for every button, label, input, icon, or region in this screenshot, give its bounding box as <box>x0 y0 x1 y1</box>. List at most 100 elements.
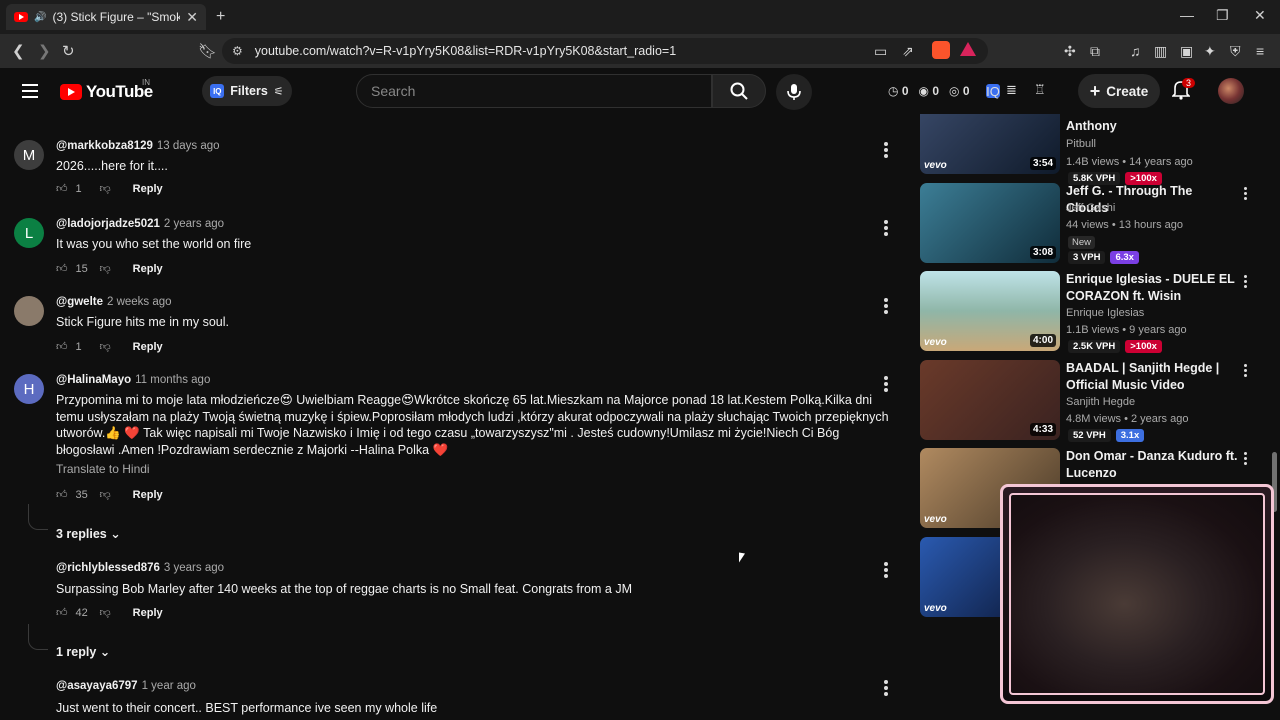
translate-link[interactable]: Translate to Hindi <box>56 462 150 476</box>
dislike-icon[interactable]: 👎︎ <box>100 262 111 275</box>
sidebar-icon[interactable]: ▥ <box>1154 43 1167 60</box>
youtube-logo[interactable]: YouTube <box>60 82 153 102</box>
like-count: 35 <box>75 488 88 501</box>
comment-header: @markkobza8129 13 days ago <box>56 140 220 152</box>
kebab-icon[interactable] <box>884 298 888 316</box>
iq-header-icon[interactable]: IQ <box>986 84 1000 99</box>
menu-icon[interactable]: ≡ <box>1256 43 1264 59</box>
comment-time[interactable]: 2 years ago <box>164 218 224 230</box>
video-thumbnail[interactable]: vevo 3:54 <box>920 114 1060 174</box>
comment-author[interactable]: @ladojorjadze5021 <box>56 218 160 230</box>
comment-time[interactable]: 2 weeks ago <box>107 296 172 308</box>
trophy-icon[interactable]: ♖ <box>1034 82 1046 98</box>
dislike-icon[interactable]: 👎︎ <box>100 488 111 501</box>
filters-button[interactable]: IQ Filters ⚟ <box>202 76 292 106</box>
video-thumbnail[interactable]: vevo 4:00 <box>920 271 1060 351</box>
reply-button[interactable]: Reply <box>133 489 163 501</box>
brave-rewards-icon[interactable] <box>960 42 976 56</box>
hamburger-menu-icon[interactable] <box>22 84 38 102</box>
back-icon[interactable]: ❮ <box>12 42 25 60</box>
reply-button[interactable]: Reply <box>133 263 163 275</box>
site-info-icon[interactable]: ⚙︎ <box>232 44 243 58</box>
wallet-icon[interactable]: ▣ <box>1180 43 1193 60</box>
like-icon[interactable]: 👍︎ <box>56 488 68 501</box>
comment-author[interactable]: @gwelte <box>56 296 103 308</box>
close-window-icon[interactable]: ✕ <box>1254 7 1266 24</box>
dislike-icon[interactable]: 👎︎ <box>100 182 111 195</box>
account-avatar[interactable] <box>1218 78 1244 104</box>
like-icon[interactable]: 👍︎ <box>56 340 68 353</box>
like-icon[interactable]: 👍︎ <box>56 262 68 275</box>
kebab-icon[interactable] <box>1244 452 1248 467</box>
related-video-item[interactable]: 4:33 BAADAL | Sanjith Hegde | Official M… <box>918 360 1258 442</box>
comment-author[interactable]: @HalinaMayo <box>56 374 131 386</box>
reload-icon[interactable]: ↻ <box>62 42 75 60</box>
reply-button[interactable]: Reply <box>133 341 163 353</box>
comment-author[interactable]: @asayaya6797 <box>56 680 138 692</box>
video-channel[interactable]: Pitbull <box>1066 138 1096 150</box>
like-icon[interactable]: 👍︎ <box>56 606 68 619</box>
video-title[interactable]: BAADAL | Sanjith Hegde | Official Music … <box>1066 360 1238 394</box>
leo-icon[interactable]: ✦ <box>1204 43 1216 60</box>
cast-icon[interactable]: ▭ <box>874 43 887 60</box>
comment-avatar[interactable] <box>14 296 44 326</box>
kebab-icon[interactable] <box>884 680 888 698</box>
video-title[interactable]: Anthony <box>1066 118 1238 135</box>
tab-close-icon[interactable]: ✕ <box>186 9 198 26</box>
like-icon[interactable]: 👍︎ <box>56 182 68 195</box>
video-channel[interactable]: Enrique Iglesias <box>1066 307 1144 319</box>
related-video-item[interactable]: vevo 4:00 Enrique Iglesias - DUELE EL CO… <box>918 271 1258 353</box>
search-input[interactable]: Search <box>356 74 712 108</box>
video-channel[interactable]: Jeff Gashi <box>1066 202 1115 214</box>
kebab-icon[interactable] <box>1244 364 1248 379</box>
video-thumbnail[interactable]: 3:08 <box>920 183 1060 263</box>
comment-author[interactable]: @richlyblessed876 <box>56 562 160 574</box>
kebab-icon[interactable] <box>1244 187 1248 202</box>
replies-toggle[interactable]: 3 replies ⌄ <box>56 526 121 541</box>
comment-time[interactable]: 1 year ago <box>142 680 196 692</box>
kebab-icon[interactable] <box>884 142 888 160</box>
kebab-icon[interactable] <box>884 562 888 580</box>
video-title[interactable]: Don Omar - Danza Kuduro ft. Lucenzo <box>1066 448 1238 482</box>
screenshot-icon[interactable]: ⧉ <box>1090 43 1100 60</box>
video-channel[interactable]: Sanjith Hegde <box>1066 396 1135 408</box>
video-thumbnail[interactable]: 4:33 <box>920 360 1060 440</box>
music-icon[interactable]: ♫ <box>1130 43 1141 59</box>
dislike-icon[interactable]: 👎︎ <box>100 340 111 353</box>
kebab-icon[interactable] <box>884 220 888 238</box>
extensions-icon[interactable]: ✣ <box>1064 43 1076 60</box>
comment-avatar[interactable]: L <box>14 218 44 248</box>
reply-button[interactable]: Reply <box>133 607 163 619</box>
create-button[interactable]: + Create <box>1078 74 1160 108</box>
voice-search-button[interactable] <box>776 74 812 110</box>
comment-avatar[interactable]: H <box>14 374 44 404</box>
comment-time[interactable]: 11 months ago <box>135 374 210 386</box>
list-icon[interactable]: ≣ <box>1006 82 1017 98</box>
comment-time[interactable]: 13 days ago <box>157 140 220 152</box>
related-video-item[interactable]: 3:08 Jeff G. - Through The Clouds Jeff G… <box>918 183 1258 265</box>
chevron-down-icon: ⌄ <box>99 645 111 659</box>
new-tab-button[interactable]: + <box>216 8 225 26</box>
related-video-item[interactable]: vevo 3:54 Anthony Pitbull 1.4B views • 1… <box>918 114 1258 185</box>
maximize-icon[interactable]: ❐ <box>1216 7 1229 24</box>
share-icon[interactable]: ⇗ <box>902 43 914 60</box>
dislike-icon[interactable]: 👎︎ <box>100 606 111 619</box>
brave-shield-icon[interactable] <box>932 41 950 59</box>
comment-author[interactable]: @markkobza8129 <box>56 140 153 152</box>
kebab-icon[interactable] <box>1244 275 1248 290</box>
reply-button[interactable]: Reply <box>133 183 163 195</box>
comment-time[interactable]: 3 years ago <box>164 562 224 574</box>
search-button[interactable] <box>712 74 766 108</box>
bookmark-icon[interactable]: 🔖︎ <box>198 42 217 60</box>
youtube-play-icon <box>60 84 82 100</box>
kebab-icon[interactable] <box>884 376 888 394</box>
minimize-icon[interactable]: — <box>1180 7 1194 23</box>
browser-tab-active[interactable]: 🔊 (3) Stick Figure – "Smokin' Lo ✕ <box>6 4 206 30</box>
forward-icon[interactable]: ❯ <box>38 42 51 60</box>
vph-badge: 2.5K VPH <box>1068 340 1121 353</box>
vpn-icon[interactable]: ⛨ <box>1230 43 1241 60</box>
video-title[interactable]: Enrique Iglesias - DUELE EL CORAZON ft. … <box>1066 271 1238 305</box>
comment-avatar[interactable]: M <box>14 140 44 170</box>
replies-toggle[interactable]: 1 reply ⌄ <box>56 644 110 659</box>
comments-section: M @markkobza8129 13 days ago 2026.....her… <box>0 114 910 720</box>
